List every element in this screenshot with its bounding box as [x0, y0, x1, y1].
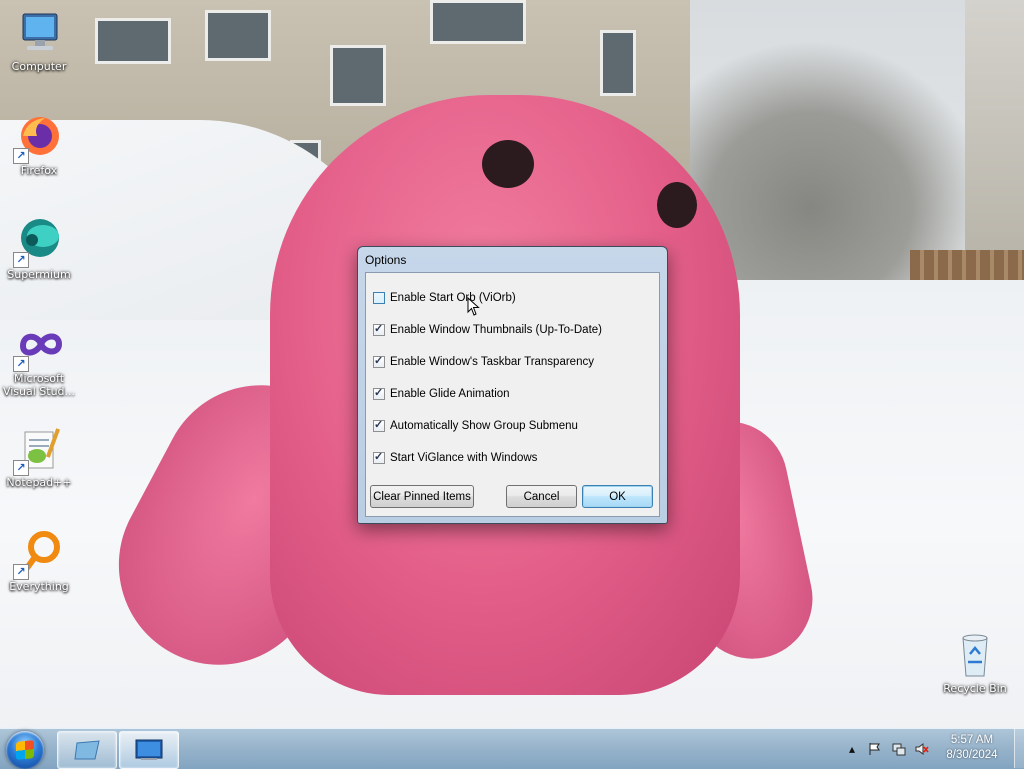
checkbox-checked[interactable] [373, 322, 385, 336]
checkbox-unchecked[interactable] [373, 292, 385, 304]
ok-button[interactable]: OK [582, 485, 653, 508]
option-label: Enable Window's Taskbar Transparency [390, 356, 594, 368]
option-start-with-windows[interactable]: Start ViGlance with Windows [373, 450, 537, 466]
shortcut-arrow-icon: ↗ [13, 148, 29, 164]
option-taskbar-transparency[interactable]: Enable Window's Taskbar Transparency [373, 354, 594, 370]
taskbar: ▴ [0, 728, 1024, 769]
volume-muted-icon[interactable] [915, 742, 929, 756]
desktop-icon-firefox[interactable]: ↗ Firefox [1, 114, 77, 177]
desktop-icon-label: Computer [11, 60, 67, 73]
shortcut-arrow-icon: ↗ [13, 460, 29, 476]
desktop-icon-notepadpp[interactable]: ↗ Notepad++ [1, 426, 77, 489]
action-center-flag-icon[interactable] [868, 742, 882, 756]
checkbox-checked[interactable] [373, 354, 385, 368]
plush-eye-right [657, 182, 697, 228]
wallpaper-trees [690, 40, 990, 280]
clock-date: 8/30/2024 [946, 749, 998, 761]
cancel-button[interactable]: Cancel [506, 485, 577, 508]
option-label: Enable Window Thumbnails (Up-To-Date) [390, 324, 602, 336]
notepadpp-icon: ↗ [13, 426, 63, 476]
option-label: Enable Start Orb (ViOrb) [390, 292, 516, 304]
desktop-icon-supermium[interactable]: ↗ Supermium [1, 218, 77, 281]
clear-pinned-items-button[interactable]: Clear Pinned Items [370, 485, 474, 508]
desktop-icon-recycle-bin[interactable]: Recycle Bin [937, 632, 1013, 695]
network-icon[interactable] [892, 742, 906, 756]
glass-window-icon [74, 740, 100, 760]
option-window-thumbnails[interactable]: Enable Window Thumbnails (Up-To-Date) [373, 322, 602, 338]
shortcut-arrow-icon: ↗ [13, 564, 29, 580]
supermium-icon: ↗ [13, 218, 63, 268]
desktop-icon-visual-studio[interactable]: ↗ Microsoft Visual Stud... [1, 322, 77, 398]
option-label: Enable Glide Animation [390, 388, 510, 400]
start-button[interactable] [6, 731, 44, 769]
option-enable-start-orb[interactable]: Enable Start Orb (ViOrb) [373, 290, 516, 306]
dialog-client-area: Enable Start Orb (ViOrb) Enable Window T… [365, 272, 660, 517]
option-glide-animation[interactable]: Enable Glide Animation [373, 386, 510, 402]
desktop-icon-label: Microsoft Visual Stud... [2, 372, 76, 398]
checkbox-checked[interactable] [373, 418, 385, 432]
computer-icon [15, 10, 63, 58]
desktop-icon-everything[interactable]: ↗ Everything [1, 530, 77, 593]
show-desktop-button[interactable] [1014, 728, 1024, 768]
desktop-icon-label: Supermium [7, 268, 71, 281]
checkbox-checked[interactable] [373, 450, 385, 464]
monitor-window-icon [135, 739, 163, 760]
clock-time: 5:57 AM [950, 734, 994, 746]
option-group-submenu[interactable]: Automatically Show Group Submenu [373, 418, 578, 434]
option-label: Start ViGlance with Windows [390, 452, 538, 464]
options-dialog: Options Enable Start Orb (ViOrb) Enable … [357, 246, 668, 524]
shortcut-arrow-icon: ↗ [13, 252, 29, 268]
desktop-icon-label: Everything [9, 580, 69, 593]
mouse-cursor-icon [467, 297, 480, 316]
show-hidden-icons-chevron[interactable]: ▴ [845, 742, 859, 756]
wallpaper-building-right [965, 0, 1024, 270]
desktop-icon-label: Firefox [20, 164, 58, 177]
taskbar-button-glass-window[interactable] [57, 731, 117, 769]
visual-studio-icon: ↗ [13, 322, 63, 372]
desktop-icon-label: Notepad++ [6, 476, 72, 489]
firefox-icon: ↗ [13, 114, 63, 164]
option-label: Automatically Show Group Submenu [390, 420, 578, 432]
checkbox-checked[interactable] [373, 386, 385, 400]
taskbar-button-monitor-window[interactable] [119, 731, 179, 769]
plush-eye-left [482, 140, 534, 188]
everything-icon: ↗ [13, 530, 63, 580]
shortcut-arrow-icon: ↗ [13, 356, 29, 372]
desktop-icon-computer[interactable]: Computer [1, 10, 77, 73]
taskbar-clock[interactable]: 5:57 AM 8/30/2024 [934, 733, 1010, 763]
windows-orb-icon [16, 740, 34, 760]
recycle-bin-icon [951, 632, 999, 680]
dialog-title: Options [365, 253, 407, 267]
desktop-icon-label: Recycle Bin [943, 682, 1007, 695]
